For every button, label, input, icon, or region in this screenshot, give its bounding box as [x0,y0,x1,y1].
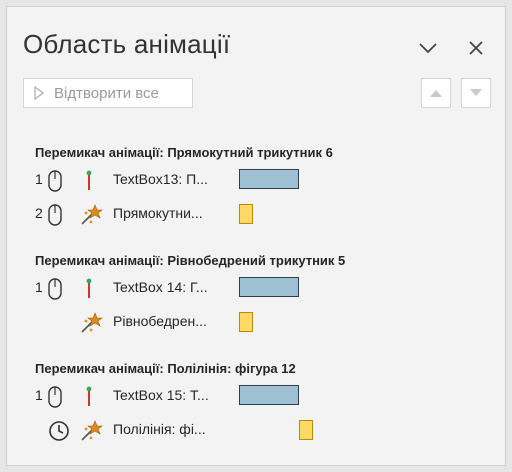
animation-pane: Область анімації Відтворити все Перемика… [6,6,506,466]
timeline-bar[interactable] [239,385,299,405]
close-icon [469,41,483,55]
triangle-up-icon [430,90,442,97]
appear-effect-icon [86,386,92,406]
play-icon [34,86,44,100]
item-label: TextBox13: П... [113,171,208,187]
item-label: Полілінія: фі... [113,421,206,437]
item-number: 1 [35,387,43,403]
mouse-icon [48,204,62,226]
item-label: Рівнобедрен... [113,313,207,329]
move-up-button[interactable] [421,78,451,108]
item-number: 1 [35,279,43,295]
timeline-bar[interactable] [239,169,299,189]
emphasis-effect-icon [81,420,103,441]
play-all-label: Відтворити все [54,84,159,102]
trigger-group-title: Перемикач анімації: Полілінія: фігура 12 [35,361,296,376]
item-label: TextBox 14: Г... [113,279,208,295]
close-button[interactable] [463,35,489,61]
item-number: 2 [35,205,43,221]
timeline-bar[interactable] [239,277,299,297]
mouse-icon [48,170,62,192]
emphasis-effect-icon [81,312,103,333]
collapse-button[interactable] [415,35,441,61]
trigger-group-title: Перемикач анімації: Прямокутний трикутни… [35,145,333,160]
timeline-bar[interactable] [239,204,253,224]
timeline-bar[interactable] [239,312,253,332]
item-label: Прямокутни... [113,205,203,221]
appear-effect-icon [86,278,92,298]
move-down-button[interactable] [461,78,491,108]
item-number: 1 [35,171,43,187]
mouse-icon [48,386,62,408]
animation-item[interactable]: 1 TextBox13: П... [7,169,507,193]
clock-icon [49,421,69,441]
chevron-down-icon [419,43,437,54]
item-label: TextBox 15: Т... [113,387,209,403]
triangle-down-icon [470,89,482,96]
pane-title: Область анімації [23,29,231,59]
play-all-button[interactable]: Відтворити все [23,78,193,108]
timeline-bar[interactable] [299,420,313,440]
trigger-group-title: Перемикач анімації: Рівнобедрений трикут… [35,253,346,268]
mouse-icon [48,278,62,300]
animation-item[interactable]: Рівнобедрен... [7,311,507,335]
animation-item[interactable]: 1 TextBox 15: Т... [7,385,507,409]
emphasis-effect-icon [81,204,103,225]
animation-item[interactable]: Полілінія: фі... [7,419,507,443]
appear-effect-icon [86,170,92,190]
animation-item[interactable]: 1 TextBox 14: Г... [7,277,507,301]
animation-item[interactable]: 2 Прямокутни... [7,203,507,227]
